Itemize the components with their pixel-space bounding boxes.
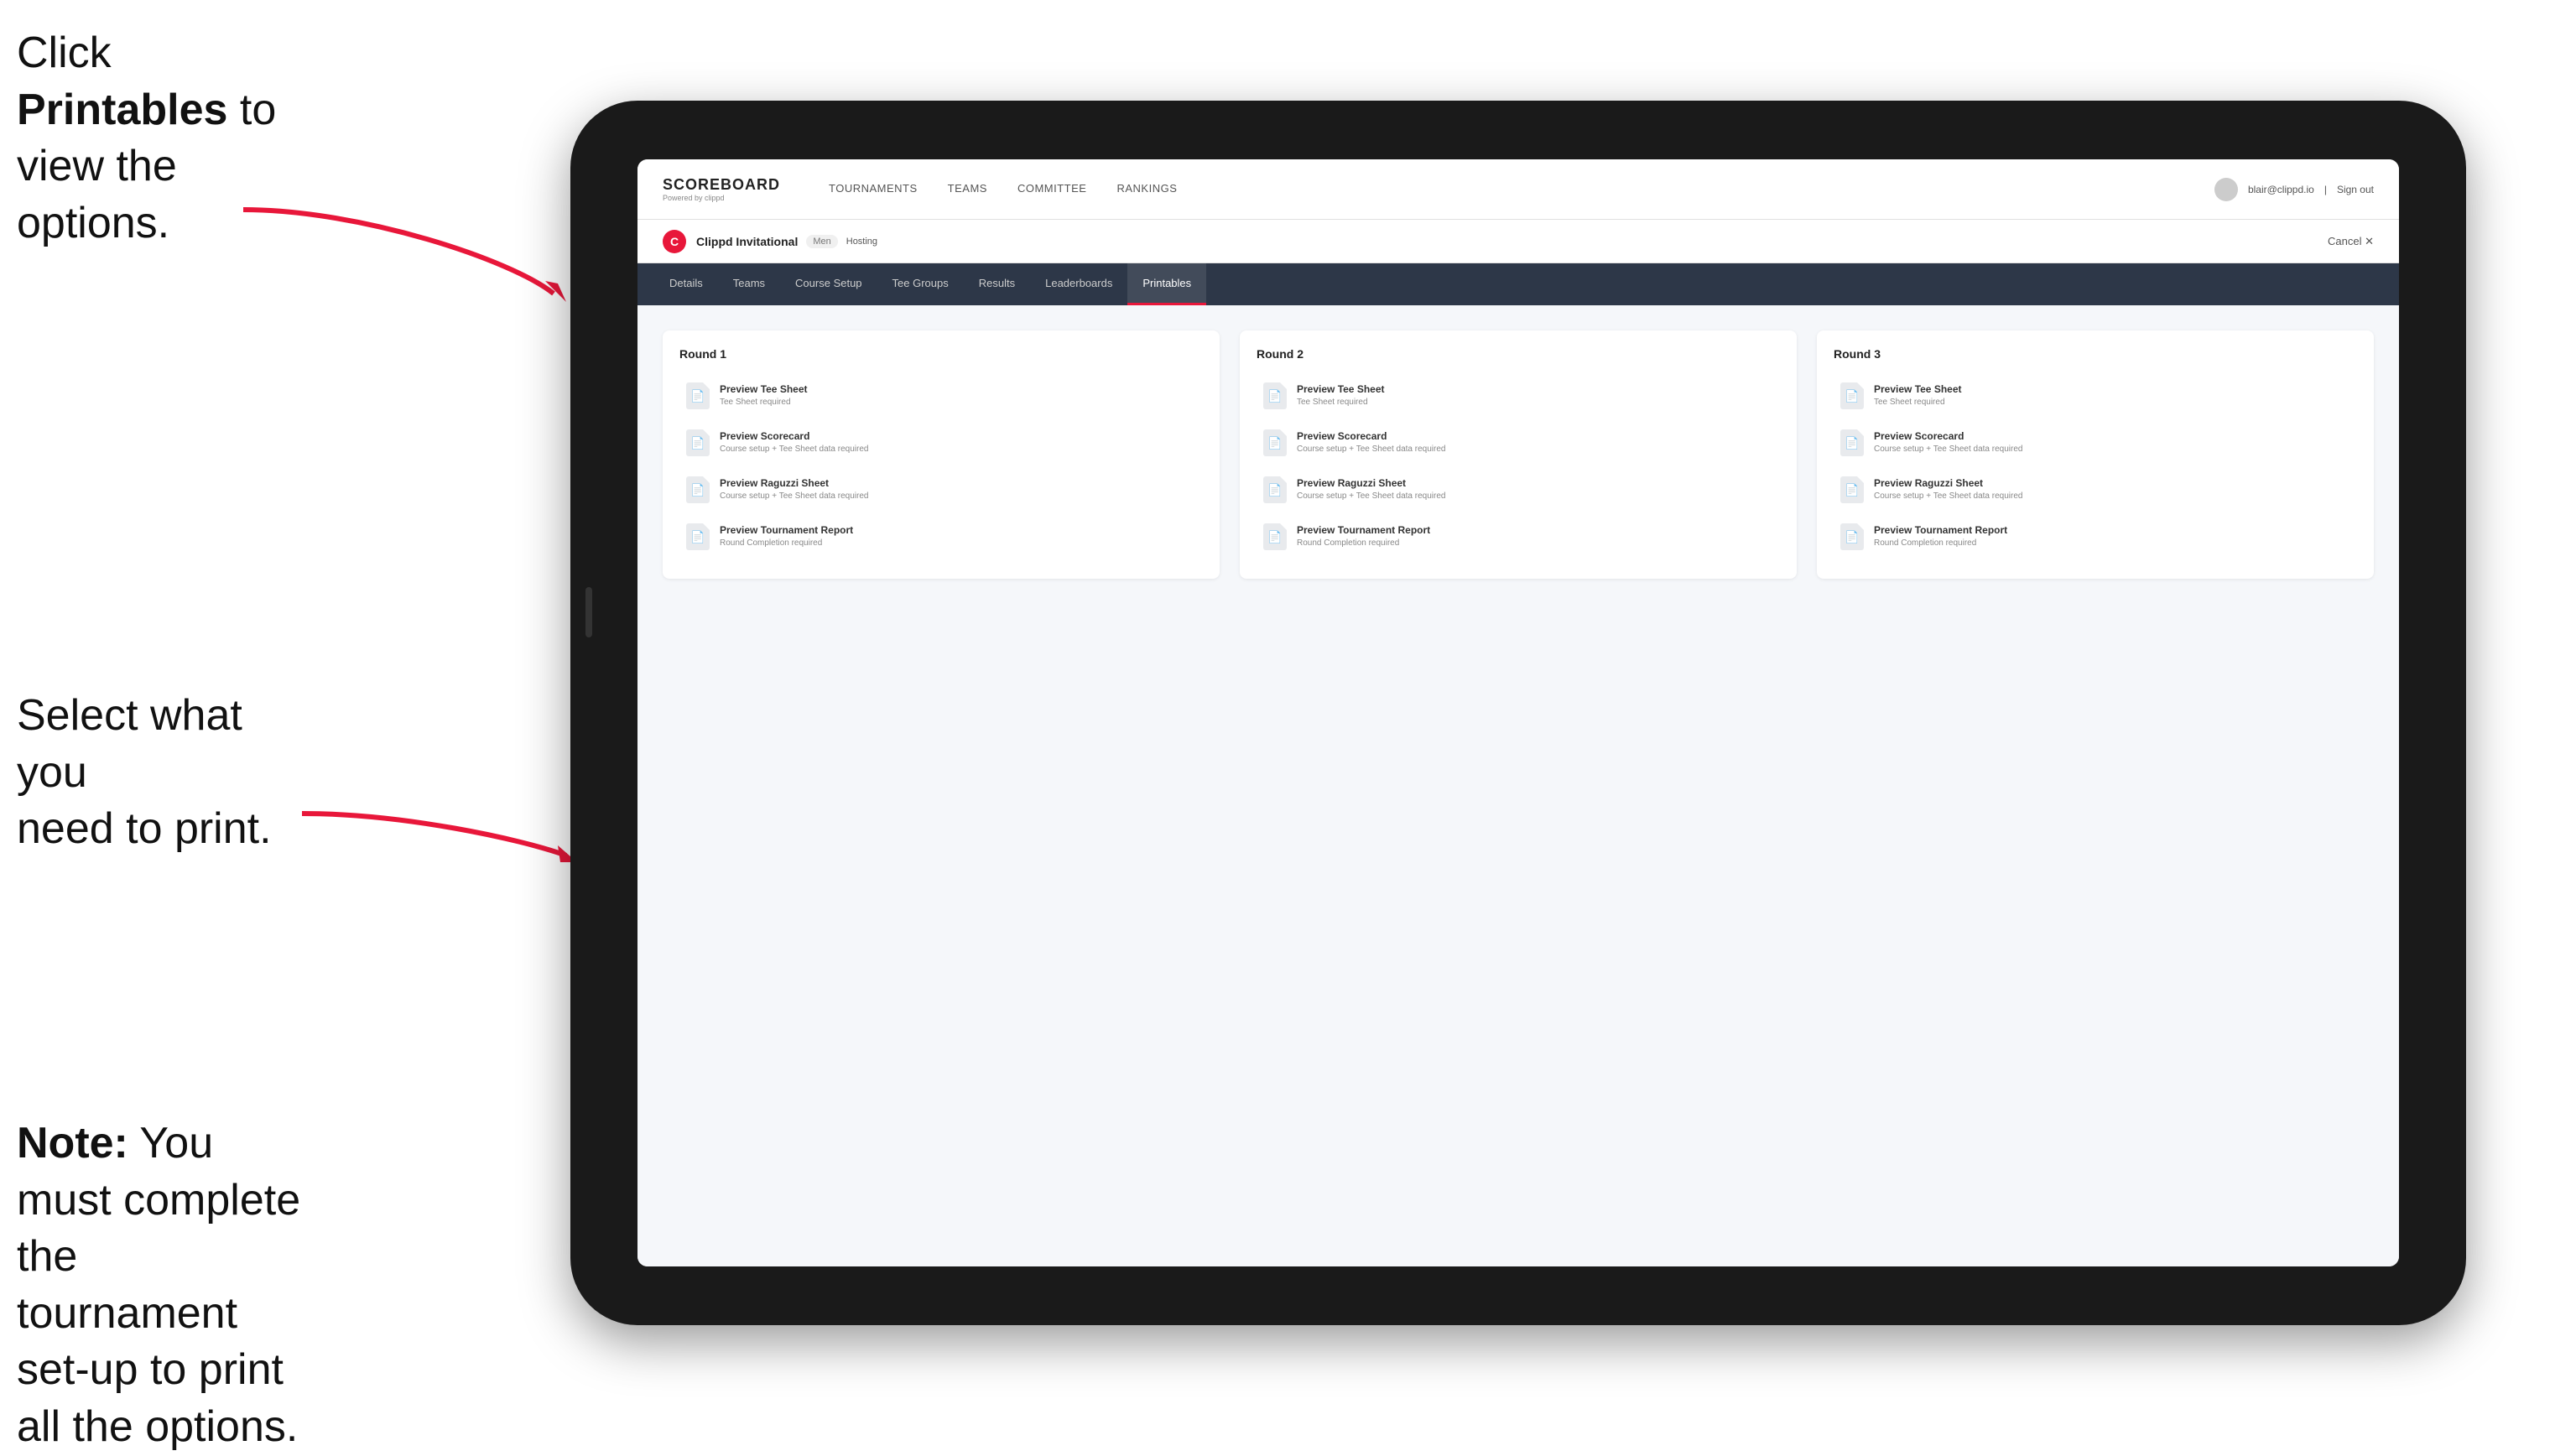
- r2-scorecard-icon: 📄: [1263, 429, 1287, 456]
- tee-sheet-subtitle: Tee Sheet required: [720, 397, 808, 408]
- round-2-column: Round 2 📄 Preview Tee Sheet Tee Sheet re…: [1240, 330, 1797, 579]
- tab-printables[interactable]: Printables: [1127, 263, 1206, 305]
- scorecard-icon: 📄: [686, 429, 710, 456]
- rounds-grid: Round 1 📄 Preview Tee Sheet Tee Sheet re…: [663, 330, 2374, 579]
- arrow-top: [193, 193, 579, 310]
- tab-course-setup[interactable]: Course Setup: [780, 263, 877, 305]
- tab-teams[interactable]: Teams: [718, 263, 780, 305]
- r2-raguzzi-icon: 📄: [1263, 476, 1287, 503]
- top-nav: SCOREBOARD Powered by clippd TOURNAMENTS…: [637, 159, 2399, 220]
- nav-teams[interactable]: TEAMS: [933, 159, 1002, 220]
- r2-tee-sheet-subtitle: Tee Sheet required: [1297, 397, 1385, 408]
- round-2-title: Round 2: [1257, 347, 1780, 361]
- user-avatar: [2214, 178, 2238, 201]
- tournament-report-title: Preview Tournament Report: [720, 523, 853, 538]
- tournament-header: C Clippd Invitational Men Hosting Cancel…: [637, 220, 2399, 263]
- round1-scorecard[interactable]: 📄 Preview Scorecard Course setup + Tee S…: [679, 421, 1203, 465]
- top-nav-right: blair@clippd.io | Sign out: [2214, 178, 2374, 201]
- round2-tournament-report[interactable]: 📄 Preview Tournament Report Round Comple…: [1257, 515, 1780, 559]
- pipe-separator: |: [2324, 184, 2327, 195]
- round2-raguzzi[interactable]: 📄 Preview Raguzzi Sheet Course setup + T…: [1257, 468, 1780, 512]
- r3-raguzzi-icon: 📄: [1840, 476, 1864, 503]
- round-1-column: Round 1 📄 Preview Tee Sheet Tee Sheet re…: [663, 330, 1220, 579]
- r2-raguzzi-subtitle: Course setup + Tee Sheet data required: [1297, 491, 1445, 502]
- raguzzi-title: Preview Raguzzi Sheet: [720, 476, 868, 491]
- scorecard-title: Preview Scorecard: [720, 429, 868, 444]
- r3-scorecard-icon: 📄: [1840, 429, 1864, 456]
- round1-raguzzi[interactable]: 📄 Preview Raguzzi Sheet Course setup + T…: [679, 468, 1203, 512]
- r3-raguzzi-title: Preview Raguzzi Sheet: [1874, 476, 2022, 491]
- round3-raguzzi[interactable]: 📄 Preview Raguzzi Sheet Course setup + T…: [1834, 468, 2357, 512]
- tablet-screen: SCOREBOARD Powered by clippd TOURNAMENTS…: [637, 159, 2399, 1266]
- instruction-middle: Select what youneed to print.: [17, 688, 302, 858]
- tab-tee-groups[interactable]: Tee Groups: [877, 263, 964, 305]
- sign-out-link[interactable]: Sign out: [2337, 184, 2374, 195]
- r3-scorecard-title: Preview Scorecard: [1874, 429, 2022, 444]
- round-3-column: Round 3 📄 Preview Tee Sheet Tee Sheet re…: [1817, 330, 2374, 579]
- printables-bold: Printables: [17, 86, 227, 134]
- logo-sub: Powered by clippd: [663, 194, 780, 202]
- tablet-frame: SCOREBOARD Powered by clippd TOURNAMENTS…: [570, 101, 2466, 1325]
- cancel-button[interactable]: Cancel ✕: [2328, 235, 2374, 248]
- tab-results[interactable]: Results: [964, 263, 1030, 305]
- round3-scorecard[interactable]: 📄 Preview Scorecard Course setup + Tee S…: [1834, 421, 2357, 465]
- r2-scorecard-title: Preview Scorecard: [1297, 429, 1445, 444]
- round-3-title: Round 3: [1834, 347, 2357, 361]
- r2-tournament-report-subtitle: Round Completion required: [1297, 538, 1430, 549]
- nav-committee[interactable]: COMMITTEE: [1002, 159, 1102, 220]
- raguzzi-icon: 📄: [686, 476, 710, 503]
- instruction-bottom: Note: You must complete the tournament s…: [17, 1115, 302, 1456]
- round1-tournament-report[interactable]: 📄 Preview Tournament Report Round Comple…: [679, 515, 1203, 559]
- nav-rankings[interactable]: RANKINGS: [1101, 159, 1192, 220]
- r3-tee-sheet-subtitle: Tee Sheet required: [1874, 397, 1962, 408]
- nav-tournaments[interactable]: TOURNAMENTS: [814, 159, 933, 220]
- r3-raguzzi-subtitle: Course setup + Tee Sheet data required: [1874, 491, 2022, 502]
- r2-tee-sheet-icon: 📄: [1263, 382, 1287, 409]
- tee-sheet-title: Preview Tee Sheet: [720, 382, 808, 397]
- r2-scorecard-subtitle: Course setup + Tee Sheet data required: [1297, 444, 1445, 455]
- raguzzi-subtitle: Course setup + Tee Sheet data required: [720, 491, 868, 502]
- tournament-name: Clippd Invitational: [696, 235, 798, 248]
- top-nav-links: TOURNAMENTS TEAMS COMMITTEE RANKINGS: [814, 159, 2214, 220]
- round3-tee-sheet[interactable]: 📄 Preview Tee Sheet Tee Sheet required: [1834, 374, 2357, 418]
- round2-scorecard[interactable]: 📄 Preview Scorecard Course setup + Tee S…: [1257, 421, 1780, 465]
- tab-details[interactable]: Details: [654, 263, 718, 305]
- r3-tournament-report-subtitle: Round Completion required: [1874, 538, 2007, 549]
- scoreboard-logo: SCOREBOARD Powered by clippd: [663, 176, 780, 202]
- r2-tee-sheet-title: Preview Tee Sheet: [1297, 382, 1385, 397]
- tournament-report-icon: 📄: [686, 523, 710, 550]
- tournament-logo: C: [663, 230, 686, 253]
- arrow-middle: [268, 780, 587, 881]
- tablet-side-button: [585, 587, 592, 637]
- r3-scorecard-subtitle: Course setup + Tee Sheet data required: [1874, 444, 2022, 455]
- round-1-title: Round 1: [679, 347, 1203, 361]
- r3-tee-sheet-icon: 📄: [1840, 382, 1864, 409]
- r3-tournament-report-icon: 📄: [1840, 523, 1864, 550]
- r2-tournament-report-icon: 📄: [1263, 523, 1287, 550]
- tab-bar: Details Teams Course Setup Tee Groups Re…: [637, 263, 2399, 305]
- r2-tournament-report-title: Preview Tournament Report: [1297, 523, 1430, 538]
- round3-tournament-report[interactable]: 📄 Preview Tournament Report Round Comple…: [1834, 515, 2357, 559]
- round2-tee-sheet[interactable]: 📄 Preview Tee Sheet Tee Sheet required: [1257, 374, 1780, 418]
- r3-tournament-report-title: Preview Tournament Report: [1874, 523, 2007, 538]
- round1-tee-sheet[interactable]: 📄 Preview Tee Sheet Tee Sheet required: [679, 374, 1203, 418]
- tee-sheet-icon: 📄: [686, 382, 710, 409]
- main-content: Round 1 📄 Preview Tee Sheet Tee Sheet re…: [637, 305, 2399, 1266]
- tournament-status: Hosting: [846, 237, 877, 247]
- logo-text: SCOREBOARD: [663, 176, 780, 194]
- user-email: blair@clippd.io: [2248, 184, 2314, 195]
- scorecard-subtitle: Course setup + Tee Sheet data required: [720, 444, 868, 455]
- tab-leaderboards[interactable]: Leaderboards: [1030, 263, 1127, 305]
- tournament-badge: Men: [806, 235, 837, 248]
- r3-tee-sheet-title: Preview Tee Sheet: [1874, 382, 1962, 397]
- tournament-report-subtitle: Round Completion required: [720, 538, 853, 549]
- r2-raguzzi-title: Preview Raguzzi Sheet: [1297, 476, 1445, 491]
